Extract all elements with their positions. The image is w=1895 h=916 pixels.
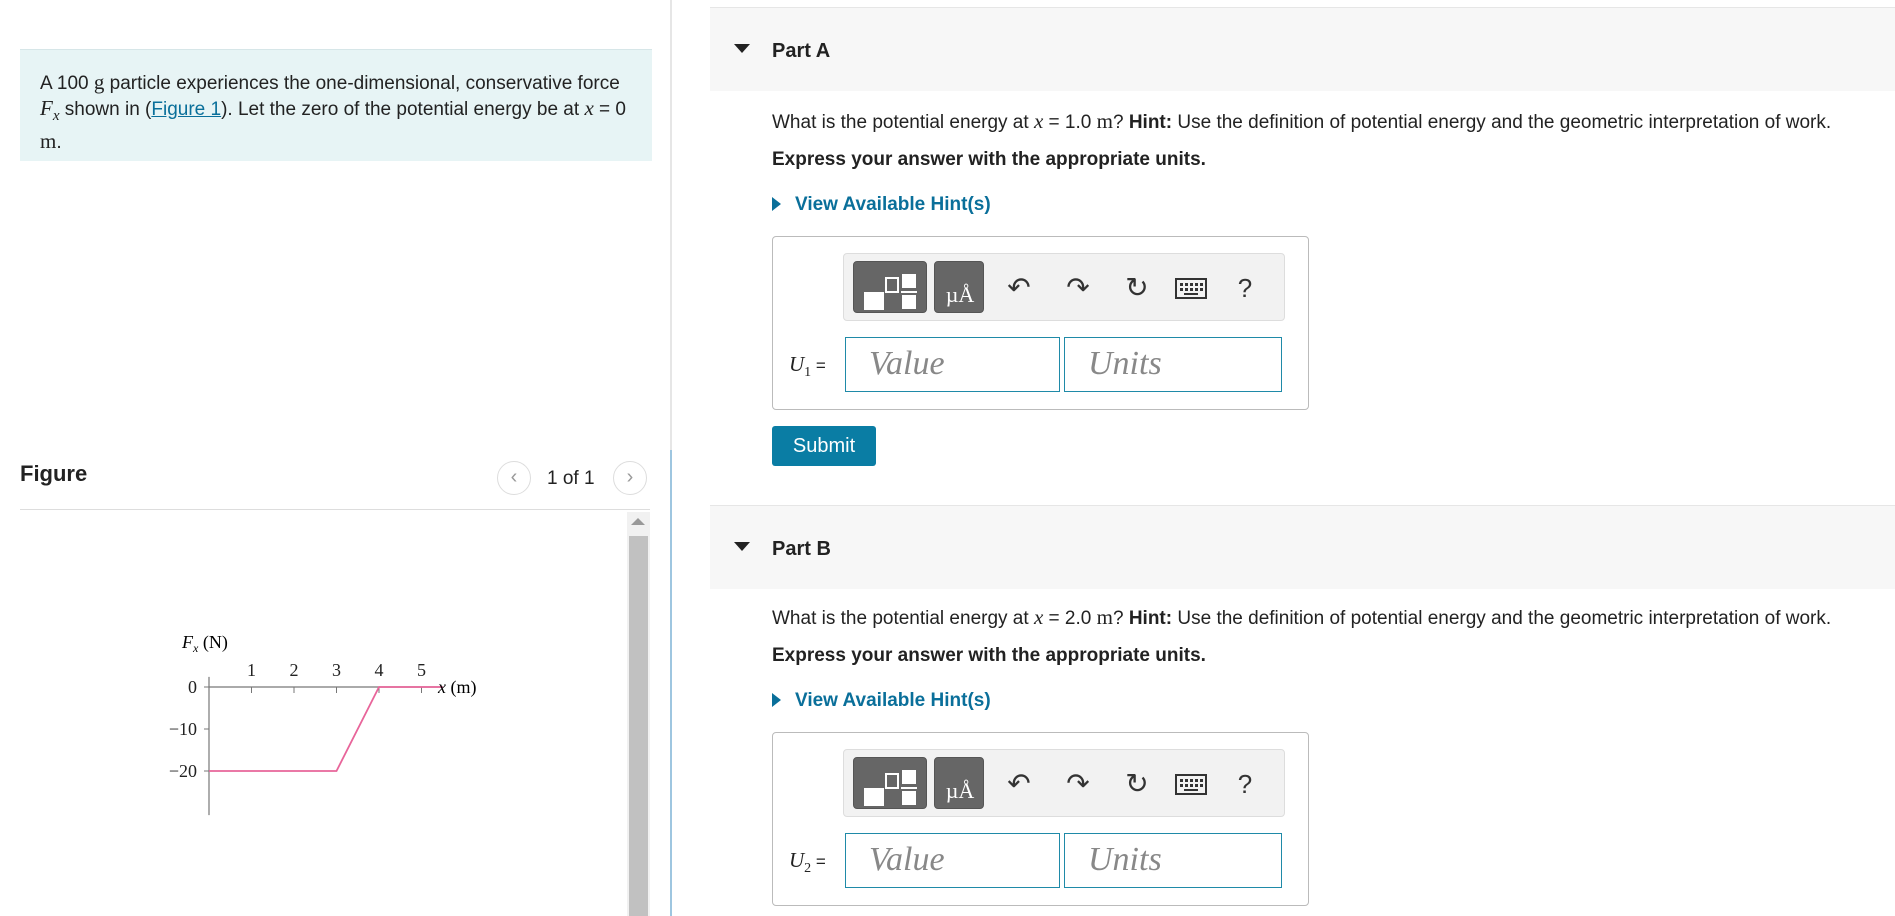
scroll-up-arrow-icon[interactable] bbox=[631, 518, 645, 525]
part-a-header[interactable]: Part A bbox=[710, 7, 1895, 91]
problem-text: = 0 bbox=[593, 99, 626, 120]
part-a-question: What is the potential energy at x = 1.0 … bbox=[772, 109, 1832, 133]
templates-icon[interactable] bbox=[853, 757, 927, 809]
figure-title: Figure bbox=[20, 461, 88, 486]
x-tick-label: 4 bbox=[375, 660, 384, 680]
part-a-title: Part A bbox=[772, 40, 831, 62]
part-a-value-input[interactable]: Value bbox=[845, 337, 1060, 392]
problem-text: . bbox=[56, 131, 62, 153]
figure-scrollbar[interactable] bbox=[627, 512, 650, 916]
caret-right-icon bbox=[772, 693, 781, 707]
part-b-question: What is the potential energy at x = 2.0 … bbox=[772, 605, 1832, 629]
caret-down-icon[interactable] bbox=[734, 542, 750, 551]
undo-icon[interactable]: ↶ bbox=[1002, 274, 1036, 302]
units-icon[interactable]: µÅ bbox=[934, 757, 984, 809]
part-b-variable-label: U2 = bbox=[789, 848, 826, 876]
right-pane: Part A What is the potential energy at x… bbox=[672, 0, 1895, 916]
part-b-math-toolbar: µÅ ↶ ↷ ↻ ? bbox=[843, 749, 1285, 817]
templates-icon[interactable] bbox=[853, 261, 927, 313]
x-axis-label: x (m) bbox=[437, 677, 477, 698]
y-axis-label: Fx (N) bbox=[181, 632, 228, 655]
part-a-math-toolbar: µÅ ↶ ↷ ↻ ? bbox=[843, 253, 1285, 321]
part-b-instruction: Express your answer with the appropriate… bbox=[772, 645, 1206, 666]
force-symbol: F bbox=[40, 96, 53, 120]
meter-unit: m bbox=[40, 128, 57, 153]
part-a-units-input[interactable]: Units bbox=[1064, 337, 1282, 392]
x-tick-label: 3 bbox=[332, 660, 341, 680]
keyboard-icon[interactable] bbox=[1174, 274, 1208, 305]
x-symbol: x bbox=[584, 96, 594, 120]
chart-ticks: 1 2 3 4 5 0 −10 −20 bbox=[169, 660, 426, 781]
y-tick-label: 0 bbox=[188, 677, 197, 697]
redo-icon[interactable]: ↷ bbox=[1061, 770, 1095, 798]
y-tick-label: −10 bbox=[169, 719, 197, 739]
part-a-instruction: Express your answer with the appropriate… bbox=[772, 149, 1206, 170]
redo-icon[interactable]: ↷ bbox=[1061, 274, 1095, 302]
part-b-title: Part B bbox=[772, 538, 831, 560]
problem-text: ). Let the zero of the potential energy … bbox=[221, 99, 585, 120]
part-b-hint-link[interactable]: View Available Hint(s) bbox=[772, 690, 991, 712]
chart-series bbox=[209, 686, 443, 772]
chevron-left-icon[interactable]: ‹ bbox=[497, 461, 531, 495]
figure-divider bbox=[20, 509, 650, 510]
caret-right-icon bbox=[772, 197, 781, 211]
reset-icon[interactable]: ↻ bbox=[1120, 274, 1154, 302]
help-icon[interactable]: ? bbox=[1228, 274, 1262, 302]
figure-pagination: ‹ 1 of 1 › bbox=[497, 461, 649, 495]
part-a-answer-box: µÅ ↶ ↷ ↻ ? U1 = Value Units bbox=[772, 236, 1309, 410]
problem-statement: A 100 g particle experiences the one-dim… bbox=[20, 49, 652, 161]
y-tick-label: −20 bbox=[169, 761, 197, 781]
part-b-header[interactable]: Part B bbox=[710, 505, 1895, 589]
force-chart: 1 2 3 4 5 0 −10 −20 Fx (N) x (m) bbox=[169, 632, 477, 816]
problem-text: particle experiences the one-dimensional… bbox=[104, 73, 620, 94]
part-b-answer-box: µÅ ↶ ↷ ↻ ? U2 = Value Units bbox=[772, 732, 1309, 906]
x-tick-label: 5 bbox=[417, 660, 426, 680]
mass-unit: g bbox=[93, 70, 105, 94]
help-icon[interactable]: ? bbox=[1228, 770, 1262, 798]
reset-icon[interactable]: ↻ bbox=[1120, 770, 1154, 798]
scroll-thumb[interactable] bbox=[629, 536, 648, 916]
chevron-right-icon[interactable]: › bbox=[613, 461, 647, 495]
units-icon[interactable]: µÅ bbox=[934, 261, 984, 313]
figure-link[interactable]: Figure 1 bbox=[151, 99, 221, 120]
force-series-line bbox=[209, 686, 443, 772]
left-pane: A 100 g particle experiences the one-dim… bbox=[0, 0, 670, 916]
chart-axes bbox=[208, 676, 443, 816]
part-b-value-input[interactable]: Value bbox=[845, 833, 1060, 888]
submit-button[interactable]: Submit bbox=[772, 426, 876, 466]
part-a-variable-label: U1 = bbox=[789, 352, 826, 380]
x-tick-label: 1 bbox=[247, 660, 256, 680]
x-tick-label: 2 bbox=[290, 660, 299, 680]
part-a-hint-link[interactable]: View Available Hint(s) bbox=[772, 194, 991, 216]
problem-text: shown in ( bbox=[59, 99, 152, 120]
undo-icon[interactable]: ↶ bbox=[1002, 770, 1036, 798]
force-subscript: x bbox=[52, 107, 60, 124]
figure-counter: 1 of 1 bbox=[547, 468, 595, 489]
part-b-units-input[interactable]: Units bbox=[1064, 833, 1282, 888]
problem-text: A 100 bbox=[40, 73, 94, 94]
keyboard-icon[interactable] bbox=[1174, 770, 1208, 801]
caret-down-icon[interactable] bbox=[734, 44, 750, 53]
figure-viewport: 1 2 3 4 5 0 −10 −20 Fx (N) x (m) bbox=[20, 512, 624, 916]
